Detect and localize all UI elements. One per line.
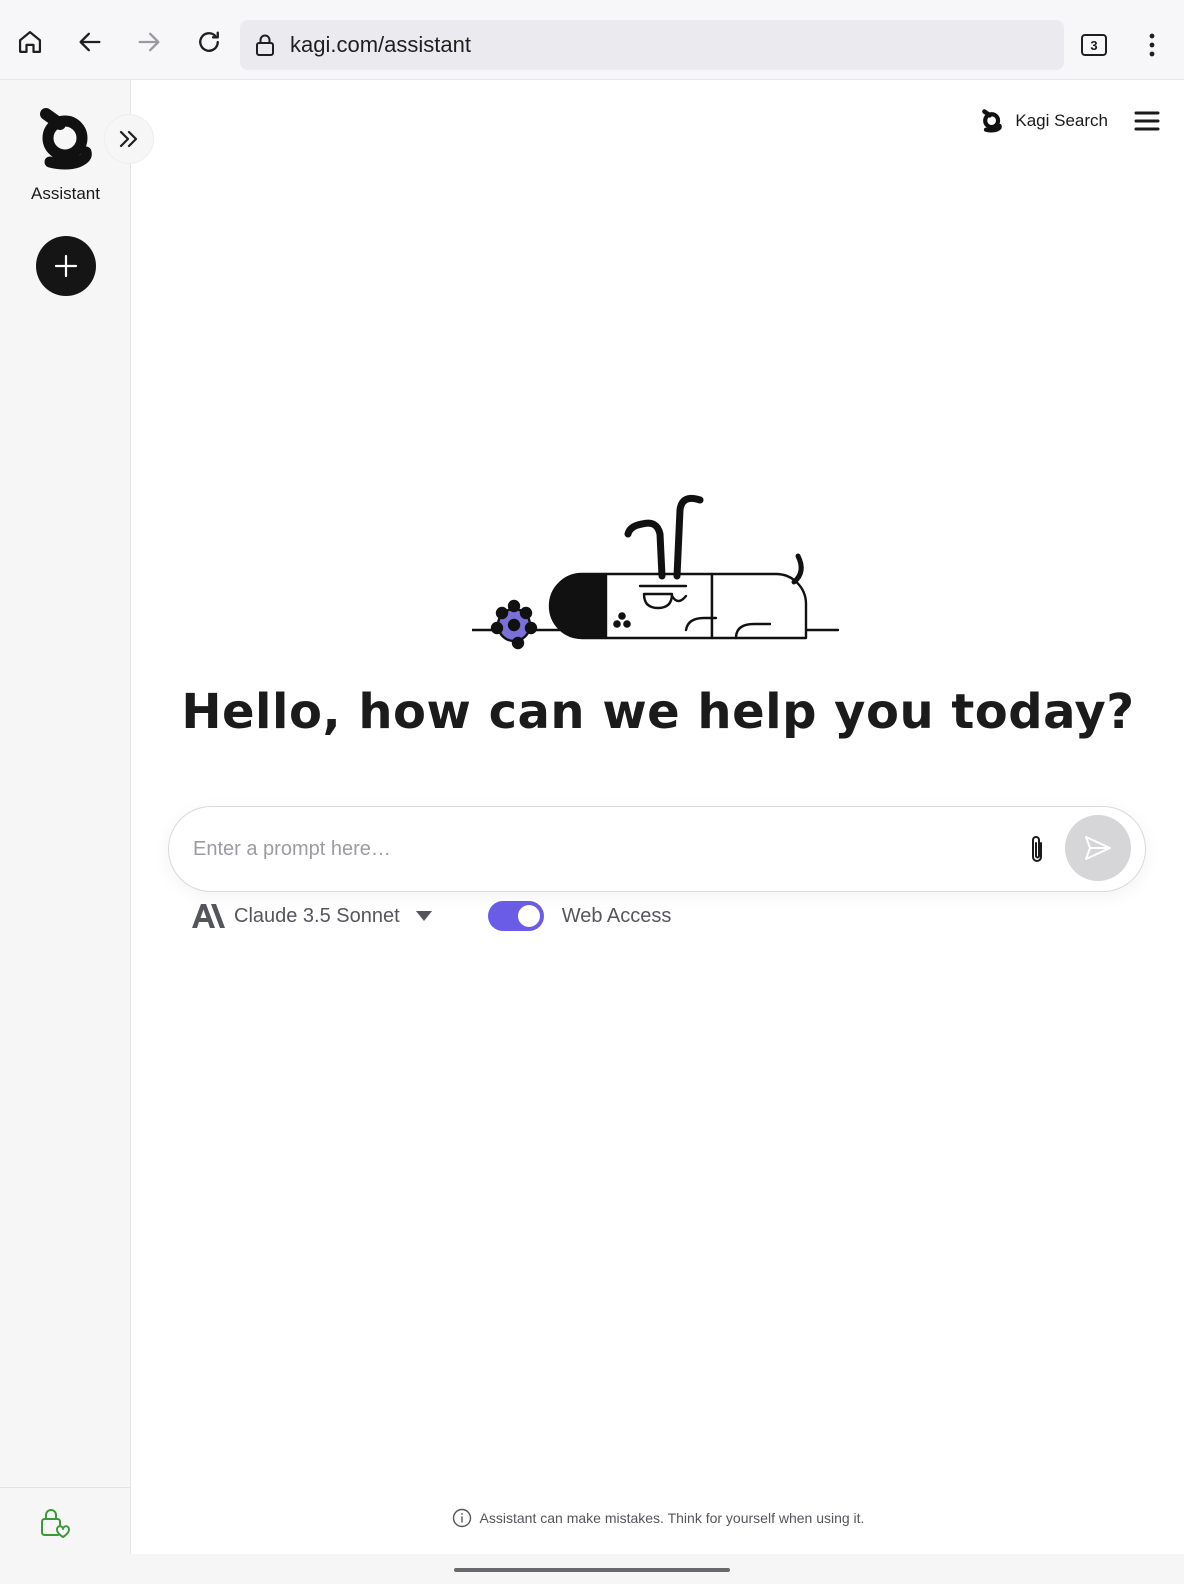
model-selector[interactable]: Claude 3.5 Sonnet — [192, 904, 432, 928]
sidebar-footer — [0, 1487, 131, 1554]
home-button[interactable] — [10, 22, 50, 62]
disclaimer: Assistant can make mistakes. Think for y… — [132, 1508, 1184, 1528]
hamburger-icon — [1134, 111, 1160, 131]
url-text: kagi.com/assistant — [290, 32, 471, 57]
browser-menu-button[interactable] — [1140, 30, 1164, 60]
reload-button[interactable] — [189, 22, 229, 62]
new-chat-button[interactable] — [36, 236, 96, 296]
info-icon — [452, 1508, 471, 1528]
anthropic-logo-icon — [192, 904, 225, 928]
system-navigation-bar — [0, 1554, 1184, 1584]
prompt-input[interactable] — [193, 829, 993, 869]
plus-icon — [54, 254, 78, 278]
send-button[interactable] — [1065, 815, 1131, 881]
browser-toolbar: kagi.com/assistant 3 — [0, 0, 1184, 80]
kagi-g-icon — [40, 108, 92, 170]
privacy-lock-heart-icon[interactable] — [38, 1506, 72, 1540]
back-button[interactable] — [70, 22, 110, 62]
caret-down-icon — [415, 911, 432, 921]
address-bar[interactable]: kagi.com/assistant — [240, 20, 1064, 70]
forward-button[interactable] — [129, 22, 169, 62]
web-access-toggle[interactable] — [487, 901, 544, 931]
tab-switcher-button[interactable]: 3 — [1081, 34, 1107, 56]
logo-label: Assistant — [31, 184, 100, 203]
model-name: Claude 3.5 Sonnet — [234, 904, 400, 927]
sidebar: Assistant — [0, 80, 154, 1554]
arrow-left-icon — [79, 32, 101, 52]
web-access-label: Web Access — [561, 904, 672, 927]
kagi-search-link[interactable]: Kagi Search — [981, 107, 1108, 135]
dog-illustration — [470, 490, 844, 652]
reload-icon — [199, 31, 219, 52]
expand-sidebar-button[interactable] — [104, 114, 154, 164]
gesture-handle[interactable] — [454, 1568, 730, 1572]
greeting-heading: Hello, how can we help you today? — [181, 684, 1135, 740]
main-content: Kagi Search Hello, how can we help you t… — [132, 80, 1184, 1554]
paperclip-icon — [1032, 836, 1042, 862]
lock-icon — [252, 32, 278, 58]
home-icon — [18, 30, 42, 54]
kagi-g-small-icon — [982, 109, 1003, 133]
chevrons-right-icon — [119, 130, 138, 148]
attach-file-button[interactable] — [1021, 831, 1053, 869]
more-vertical-icon — [1149, 33, 1155, 57]
header-actions: Kagi Search — [981, 106, 1162, 136]
kagi-search-label: Kagi Search — [1015, 111, 1108, 130]
send-icon — [1085, 836, 1111, 860]
prompt-box — [168, 806, 1146, 892]
disclaimer-text: Assistant can make mistakes. Think for y… — [479, 1510, 865, 1526]
menu-button[interactable] — [1132, 106, 1162, 136]
toggle-knob — [517, 905, 540, 927]
prompt-options: Claude 3.5 Sonnet Web Access — [192, 898, 671, 934]
arrow-right-icon — [138, 32, 160, 52]
kagi-logo[interactable] — [38, 102, 94, 176]
